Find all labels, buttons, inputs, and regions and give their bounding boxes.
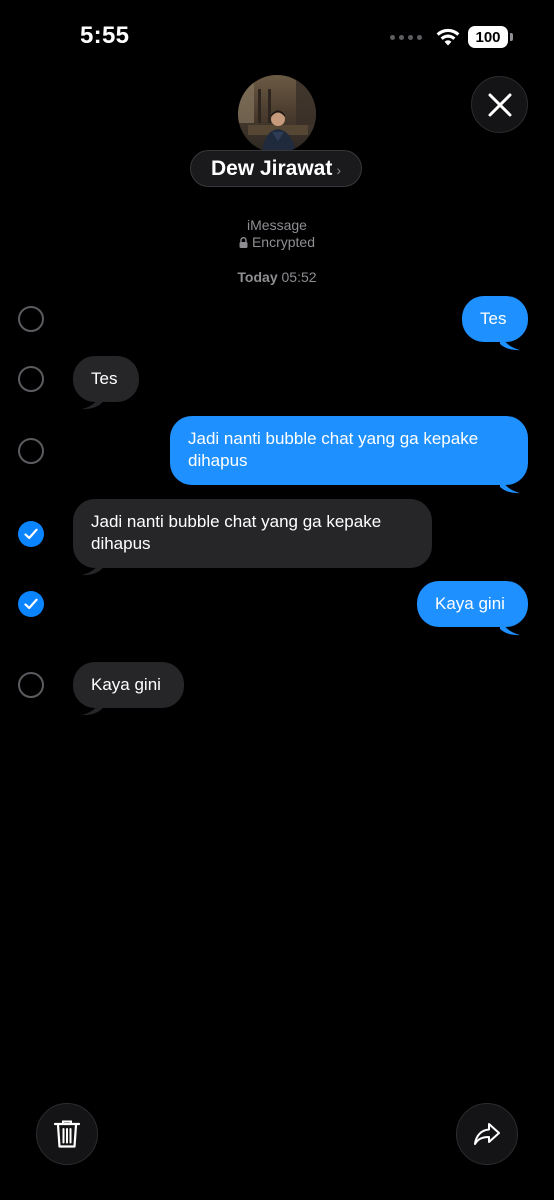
timestamp-day: Today [237, 269, 278, 285]
checkmark-icon [24, 528, 38, 540]
cellular-signal-icon [390, 34, 422, 40]
service-label: iMessage [247, 217, 307, 233]
delete-button[interactable] [36, 1103, 98, 1165]
select-checkbox[interactable] [18, 306, 44, 332]
select-checkbox-checked[interactable] [18, 521, 44, 547]
bubble-tail [82, 557, 102, 576]
message-bubble-received[interactable]: Jadi nanti bubble chat yang ga kepake di… [73, 499, 432, 568]
status-time: 5:55 [80, 22, 130, 49]
checkmark-icon [24, 598, 38, 610]
select-checkbox[interactable] [18, 438, 44, 464]
share-icon [474, 1123, 500, 1145]
contact-name: Dew Jirawat [210, 156, 333, 180]
lock-icon [239, 236, 248, 248]
bubble-tail [500, 475, 520, 494]
contact-name-button[interactable]: Dew Jirawat › [190, 150, 362, 187]
bubble-tail [82, 697, 102, 716]
bubble-tail [82, 391, 102, 410]
bubble-tail [500, 617, 520, 636]
trash-icon [53, 1120, 81, 1148]
select-checkbox-checked[interactable] [18, 591, 44, 617]
encryption-text: Encrypted [251, 234, 316, 250]
select-checkbox[interactable] [18, 672, 44, 698]
close-button[interactable] [471, 76, 528, 133]
select-checkbox[interactable] [18, 366, 44, 392]
battery-indicator: 100 [468, 26, 513, 48]
encryption-label: Encrypted [0, 234, 554, 250]
forward-button[interactable] [456, 1103, 518, 1165]
timestamp-time: 05:52 [281, 269, 317, 285]
message-bubble-sent[interactable]: Jadi nanti bubble chat yang ga kepake di… [170, 416, 528, 485]
status-indicators: 100 [390, 26, 513, 48]
bubble-tail [500, 332, 520, 351]
chevron-right-icon: › [336, 161, 342, 178]
timestamp-header: Today 05:52 [0, 269, 554, 285]
wifi-icon [436, 28, 460, 46]
close-icon [488, 93, 511, 116]
contact-avatar[interactable] [238, 75, 316, 153]
